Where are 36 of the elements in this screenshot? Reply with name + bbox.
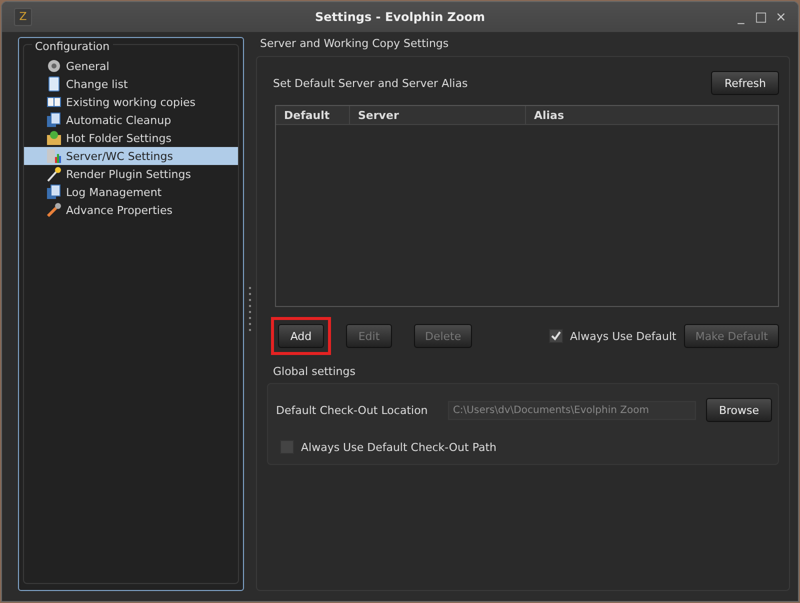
gear-icon — [46, 58, 62, 74]
window-title: Settings - Evolphin Zoom — [314, 10, 485, 24]
column-header[interactable]: Server — [350, 106, 526, 124]
refresh-button[interactable]: Refresh — [711, 71, 779, 95]
section-title: Global settings — [272, 365, 356, 380]
sidebar-item[interactable]: Automatic Cleanup — [24, 111, 238, 129]
close-button[interactable]: × — [772, 10, 790, 24]
folder-icon — [46, 130, 62, 146]
sidebar-item[interactable]: Server/WC Settings — [24, 147, 238, 165]
sidebar-item[interactable]: Change list — [24, 75, 238, 93]
sidebar-item[interactable]: Log Management — [24, 183, 238, 201]
server-icon — [46, 148, 62, 164]
field-label: Default Check-Out Location — [275, 404, 429, 416]
sidebar-item[interactable]: Hot Folder Settings — [24, 129, 238, 147]
sidebar-item[interactable]: Existing working copies — [24, 93, 238, 111]
subtitle: Set Default Server and Server Alias — [272, 76, 469, 90]
sidebar-item[interactable]: Advance Properties — [24, 201, 238, 219]
checkbox-label: Always Use Default — [570, 330, 676, 342]
app-logo: Z — [14, 8, 32, 26]
documents-icon — [46, 112, 62, 128]
book-icon — [46, 94, 62, 110]
sidebar-item[interactable]: Render Plugin Settings — [24, 165, 238, 183]
document-icon — [46, 76, 62, 92]
checkbox[interactable] — [549, 329, 564, 343]
minimize-button[interactable]: _ — [732, 10, 750, 24]
column-header[interactable]: Default — [276, 106, 350, 124]
wand-icon — [46, 166, 62, 182]
group-title: Configuration — [32, 40, 113, 53]
maximize-button[interactable]: □ — [752, 10, 770, 24]
documents-icon — [46, 184, 62, 200]
checkbox-label: Always Use Default Check-Out Path — [301, 440, 497, 454]
browse-button[interactable]: Browse — [706, 398, 772, 422]
column-header[interactable]: Alias — [526, 106, 778, 124]
action-button[interactable]: Add — [278, 324, 324, 348]
section-title: Server and Working Copy Settings — [259, 37, 450, 52]
sidebar-item[interactable]: General — [24, 57, 238, 75]
